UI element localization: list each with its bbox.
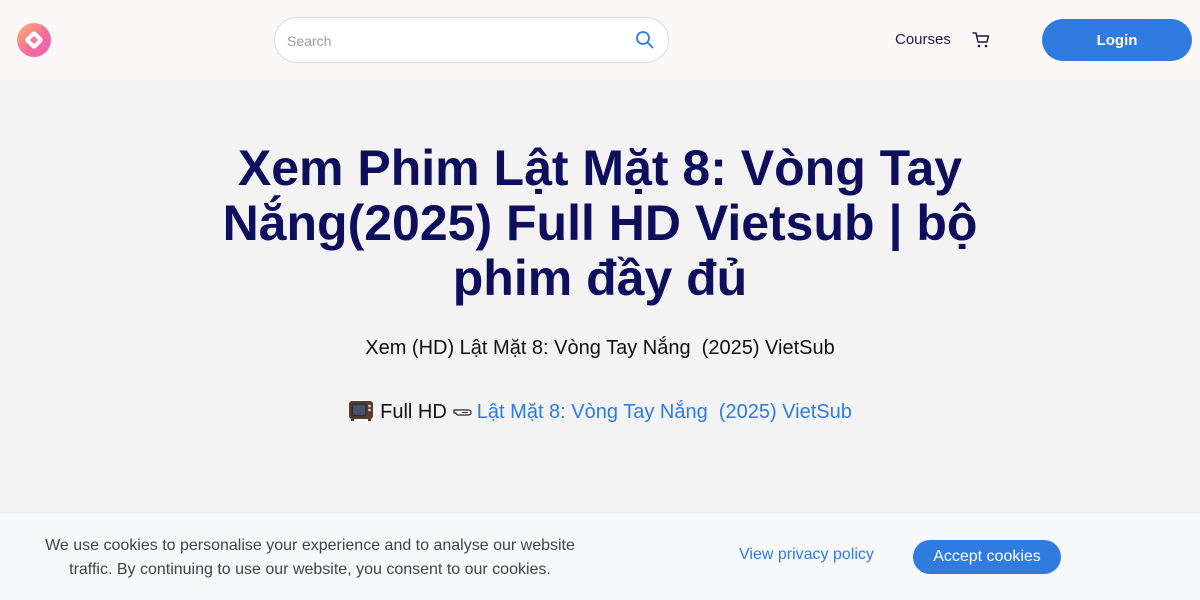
cookie-banner: We use cookies to personalise your exper… <box>0 512 1200 600</box>
tv-icon <box>349 401 374 421</box>
search-input[interactable] <box>287 30 617 52</box>
cookie-message: We use cookies to personalise your exper… <box>45 537 575 578</box>
page-subtitle: Xem (HD) Lật Mặt 8: Vòng Tay Nắng (2025)… <box>365 337 835 359</box>
full-hd-line: Full HD Lật Mặt 8: Vòng Tay Nắng (2025) … <box>200 398 1000 424</box>
login-button[interactable]: Login <box>1042 19 1192 61</box>
movie-link[interactable]: Lật Mặt 8: Vòng Tay Nắng (2025) VietSub <box>477 401 852 423</box>
full-hd-label: Full HD <box>380 401 447 423</box>
privacy-policy-link[interactable]: View privacy policy <box>739 546 874 564</box>
page-title: Xem Phim Lật Mặt 8: Vòng Tay Nắng(2025) … <box>222 140 978 306</box>
nav-courses-link[interactable]: Courses <box>895 31 951 48</box>
pointing-hand-icon <box>453 409 472 416</box>
search-bar[interactable] <box>274 17 669 63</box>
search-icon[interactable] <box>635 30 655 50</box>
logo-icon[interactable] <box>17 23 51 57</box>
cart-icon[interactable] <box>972 31 990 49</box>
accept-cookies-button[interactable]: Accept cookies <box>913 540 1061 574</box>
site-header: Courses Login <box>0 0 1200 80</box>
